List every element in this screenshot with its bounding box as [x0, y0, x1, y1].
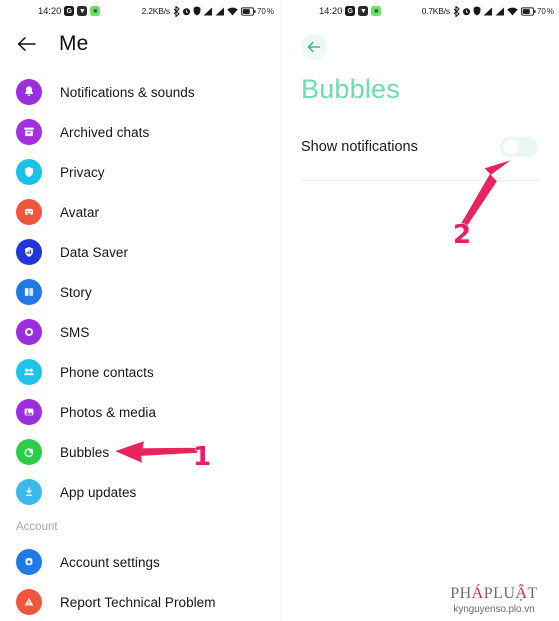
watermark: PHÁPLUẬT kynguyenso.plo.vn	[438, 585, 550, 615]
sidebar-item-label: Photos & media	[60, 404, 157, 420]
show-notifications-row[interactable]: Show notifications	[281, 127, 559, 167]
alarm-icon	[462, 7, 471, 16]
sidebar-item-label: Account settings	[60, 554, 160, 570]
page-title: Bubbles	[301, 74, 400, 104]
screenshot-root: 14:20 G ▼ ■ 2.2KB/s 70 % Me Notification…	[0, 0, 559, 621]
status-bar-left-group: 14:20 G ▼ ■	[38, 5, 101, 17]
sidebar-item-label: SMS	[60, 324, 90, 340]
sidebar-item-avatar[interactable]: Avatar	[0, 192, 280, 232]
warning-icon	[16, 589, 42, 615]
update-icon	[16, 479, 42, 505]
sidebar-item-photos-media[interactable]: Photos & media	[0, 392, 280, 432]
toggle-knob	[502, 139, 519, 155]
show-notifications-label: Show notifications	[301, 139, 418, 155]
sidebar-item-label: Bubbles	[60, 444, 110, 460]
sidebar-item-archived-chats[interactable]: Archived chats	[0, 112, 280, 152]
sidebar-item-label: Story	[60, 284, 92, 300]
bluetooth-icon	[453, 5, 460, 17]
green-app-icon: ■	[371, 6, 382, 16]
battery-icon: 70%	[520, 6, 554, 16]
sidebar-item-label: Phone contacts	[60, 364, 154, 380]
download-icon: ▼	[358, 6, 369, 16]
story-icon	[16, 279, 42, 305]
google-icon: G	[64, 6, 75, 16]
shield-icon	[16, 159, 42, 185]
watermark-brand-part1: PH	[450, 585, 472, 603]
wifi-icon	[507, 7, 518, 16]
status-bar-right-group: 2.2KB/s 70 %	[141, 5, 274, 17]
watermark-site: kynguyenso.plo.vn	[453, 604, 535, 615]
sidebar-item-bubbles[interactable]: Bubbles	[0, 432, 280, 472]
status-clock: 14:20	[38, 5, 62, 17]
divider	[301, 180, 540, 181]
watermark-brand-accent: Á	[471, 585, 484, 603]
status-clock: 14:20	[319, 5, 343, 17]
archive-icon	[16, 119, 42, 145]
show-notifications-toggle[interactable]	[500, 137, 538, 157]
right-header	[281, 22, 559, 60]
sidebar-item-sms[interactable]: SMS	[0, 312, 280, 352]
sidebar-item-label: Privacy	[60, 164, 105, 180]
sidebar-item-app-updates[interactable]: App updates	[0, 472, 280, 512]
watermark-brand-part3: T	[527, 585, 538, 603]
contacts-icon	[16, 359, 42, 385]
sidebar-item-label: Avatar	[60, 204, 100, 220]
percent-symbol: %	[546, 6, 554, 16]
back-arrow-icon[interactable]	[13, 31, 39, 57]
gear-icon	[16, 549, 42, 575]
annotation-number-2: 2	[452, 220, 472, 250]
signal-icon	[483, 7, 493, 16]
page-title: Me	[59, 32, 89, 55]
photos-icon	[16, 399, 42, 425]
shield-icon	[473, 6, 481, 16]
status-bar-right-group: 0.7KB/s 70 %	[421, 5, 554, 17]
sidebar-item-label: App updates	[60, 484, 137, 500]
sidebar-item-account-settings[interactable]: Account settings	[0, 542, 280, 582]
status-bar-left: 14:20 G ▼ ■ 2.2KB/s 70 %	[0, 0, 280, 22]
battery-percent: 70	[536, 6, 546, 16]
sidebar-item-label: Data Saver	[60, 244, 129, 260]
section-header-account: Account	[16, 521, 58, 533]
watermark-brand-part2: PLU	[483, 585, 516, 603]
google-icon: G	[345, 6, 356, 16]
wifi-icon	[227, 7, 238, 16]
network-rate: 2.2KB/s	[141, 6, 171, 16]
bubbles-icon	[16, 439, 42, 465]
back-arrow-icon[interactable]	[301, 34, 327, 60]
battery-percent: 70	[256, 6, 266, 16]
download-icon: ▼	[77, 6, 88, 16]
bluetooth-icon	[173, 5, 180, 17]
sidebar-item-label: Notifications & sounds	[60, 84, 195, 100]
right-phone-panel: 14:20 G ▼ ■ 0.7KB/s 70 % Bubbles Show no…	[280, 0, 559, 621]
battery-icon: 70%	[240, 6, 274, 16]
settings-list: Notifications & sounds Archived chats Pr…	[0, 66, 280, 621]
left-phone-panel: 14:20 G ▼ ■ 2.2KB/s 70 % Me Notification…	[0, 0, 280, 621]
data-saver-icon	[16, 239, 42, 265]
sidebar-item-story[interactable]: Story	[0, 272, 280, 312]
sidebar-item-label: Archived chats	[60, 124, 150, 140]
status-bar-right: 14:20 G ▼ ■ 0.7KB/s 70 %	[281, 0, 559, 22]
signal-icon-2	[495, 7, 505, 16]
sidebar-item-report-technical-problem[interactable]: Report Technical Problem	[0, 582, 280, 621]
percent-symbol: %	[266, 6, 274, 16]
network-rate: 0.7KB/s	[421, 6, 451, 16]
watermark-brand: PHÁPLUẬT	[438, 585, 550, 603]
alarm-icon	[182, 7, 191, 16]
avatar-icon	[16, 199, 42, 225]
sidebar-item-notifications-sounds[interactable]: Notifications & sounds	[0, 72, 280, 112]
status-bar-left-group: 14:20 G ▼ ■	[319, 5, 382, 17]
shield-icon	[193, 6, 201, 16]
annotation-number-1: 1	[192, 442, 212, 472]
bell-icon	[16, 79, 42, 105]
signal-icon	[203, 7, 213, 16]
left-header: Me	[0, 22, 280, 66]
sidebar-item-label: Report Technical Problem	[60, 594, 216, 610]
signal-icon-2	[215, 7, 225, 16]
green-app-icon: ■	[90, 6, 101, 16]
sms-icon	[16, 319, 42, 345]
sidebar-item-privacy[interactable]: Privacy	[0, 152, 280, 192]
watermark-brand-accent2: Ậ	[515, 585, 528, 603]
sidebar-item-data-saver[interactable]: Data Saver	[0, 232, 280, 272]
sidebar-item-phone-contacts[interactable]: Phone contacts	[0, 352, 280, 392]
